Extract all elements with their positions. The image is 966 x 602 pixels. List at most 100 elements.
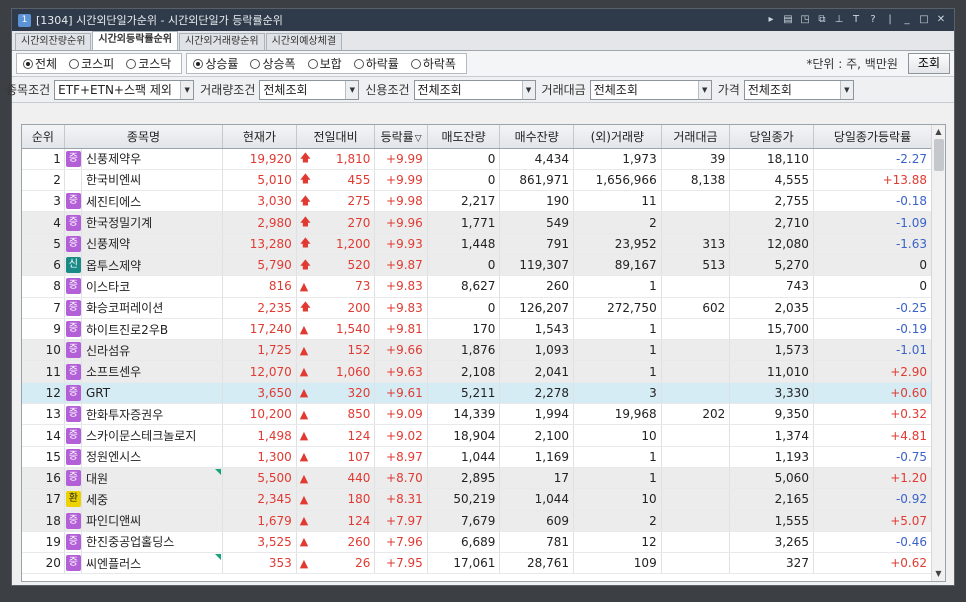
col-header-amount[interactable]: 거래대금 [661,125,731,149]
badge-cell: 증 [64,233,82,255]
change-value: 152 [347,343,371,358]
col-header-name[interactable]: 종목명 [64,125,224,149]
tab-2[interactable]: 시간외거래량순위 [179,33,265,50]
table-row[interactable]: 16 증 대원 5,500 ▲ 440 +8.70 2,895 17 1 5,060 +1.20 [22,467,933,490]
stock-condition-select[interactable]: ETF+ETN+스팩 제외 ▼ [54,79,195,100]
pin-icon[interactable]: ⊥ [832,13,846,27]
link-icon[interactable]: ◳ [798,13,812,27]
sort-radio-3[interactable]: 하락률 [353,55,399,72]
change-value: 1,810 [336,151,371,166]
price-select[interactable]: 전체조회 ▼ [743,79,854,100]
maximize-icon[interactable]: □ [917,13,931,27]
stock-name[interactable]: GRT [86,386,110,400]
stock-name[interactable]: 한진중공업홀딩스 [86,535,174,549]
credit-condition-select[interactable]: 전체조회 ▼ [413,79,536,100]
vertical-scrollbar[interactable]: ▲ ▼ [931,125,945,581]
window-title: [1304] 시간외단일가순위 - 시간외단일가 등락률순위 [36,14,283,27]
market-radio-1[interactable]: 코스피 [69,55,114,72]
stock-name[interactable]: 한국정밀기계 [86,216,152,230]
col-header-change[interactable]: 전일대비 [296,125,376,149]
change-wrap: ▲ 124 [300,514,371,528]
sort-radio-2[interactable]: 보합 [307,55,342,72]
tab-0[interactable]: 시간외잔량순위 [15,33,92,50]
amount-select[interactable]: 전체조회 ▼ [589,79,712,100]
col-header-close[interactable]: 당일종가 [729,125,814,149]
help-icon[interactable]: ? [866,13,880,27]
stock-name[interactable]: 세중 [86,493,108,507]
table-row[interactable]: 17 환 세중 2,345 ▲ 180 +8.31 50,219 1,044 10 2,165 -0.… [22,488,933,511]
market-radio-group: 전체 코스피 코스닥 [16,53,183,74]
table-row[interactable]: 10 증 신라섬유 1,725 ▲ 152 +9.66 1,876 1,093 1 1,573 -1.… [22,339,933,362]
amount-cell: 313 [661,233,731,255]
table-row[interactable]: 7 증 화승코퍼레이션 2,235 🡅 200 +9.83 0 126,207 272,750 60… [22,297,933,319]
table-row[interactable]: 3 증 세진티에스 3,030 🡅 275 +9.98 2,217 190 11 2,755 -0.1… [22,190,933,213]
col-header-rank[interactable]: 순위 [22,125,65,149]
stock-name[interactable]: 이스타코 [86,280,130,294]
col-header-rate[interactable]: 등락률▽ [374,125,428,149]
tab-1[interactable]: 시간외등락률순위 [92,31,179,50]
rate-cell: +9.61 [374,382,428,405]
table-row[interactable]: 2 한국비엔씨 5,010 🡅 455 +9.99 0 861,971 1,656,966 8,1… [22,169,933,192]
table-row[interactable]: 20 증 씨엔플러스 353 ▲ 26 +7.95 17,061 28,761 109 327 +0.… [22,552,933,575]
table-row[interactable]: 14 증 스카이문스테크놀로지 1,498 ▲ 124 +9.02 18,904 2,100 10… [22,424,933,447]
table-row[interactable]: 9 증 하이트진로2우B 17,240 ▲ 1,540 +9.81 170 1,543 1 15,7… [22,318,933,341]
stock-name[interactable]: 하이트진로2우B [86,323,168,337]
table-row[interactable]: 12 증 GRT 3,650 ▲ 320 +9.61 5,211 2,278 3 3,330 +0.6… [22,382,933,405]
table-row[interactable]: 1 증 신풍제약우 19,920 🡅 1,810 +9.99 0 4,434 1,973 39 18,… [22,148,933,170]
col-header-buy-qty[interactable]: 매수잔량 [499,125,574,149]
table-row[interactable]: 5 증 신풍제약 13,280 🡅 1,200 +9.93 1,448 791 23,952 313… [22,233,933,255]
table-row[interactable]: 19 증 한진중공업홀딩스 3,525 ▲ 260 +7.96 6,689 781 12 3,265… [22,531,933,554]
sort-radio-0[interactable]: 상승률 [193,55,238,72]
stock-name[interactable]: 한화투자증권우 [86,408,163,422]
arrow-right-icon[interactable]: ▸ [764,13,778,27]
volume-cell: 12 [573,531,662,554]
scroll-up-icon[interactable]: ▲ [932,125,945,139]
market-radio-0[interactable]: 전체 [23,55,57,72]
close-icon[interactable]: ✕ [934,13,948,27]
up-arrow-icon: ▲ [299,407,309,421]
minimize-icon[interactable]: _ [900,13,914,27]
buy-qty-cell: 2,100 [499,424,574,447]
table-row[interactable]: 15 증 정원엔시스 1,300 ▲ 107 +8.97 1,044 1,169 1 1,193 -0… [22,446,933,468]
stock-name[interactable]: 신라섬유 [86,344,130,358]
table-row[interactable]: 6 신 옵투스제약 5,790 🡅 520 +9.87 0 119,307 89,167 513 5,… [22,254,933,277]
stock-name[interactable]: 신풍제약 [86,237,130,251]
table-row[interactable]: 4 증 한국정밀기계 2,980 🡅 270 +9.96 1,771 549 2 2,710 -1.0… [22,211,933,234]
change-wrap: ▲ 152 [300,343,371,358]
query-button[interactable]: 조회 [907,53,950,74]
margin-badge: 증 [65,321,81,338]
market-radio-2[interactable]: 코스닥 [126,55,171,72]
stock-name[interactable]: 한국비엔씨 [86,173,141,187]
table-row[interactable]: 18 증 파인디앤씨 1,679 ▲ 124 +7.97 7,679 609 2 1,555 +5.0… [22,510,933,532]
col-header-close-rate[interactable]: 당일종가등락률 [813,125,933,149]
window-list-icon[interactable]: ▤ [781,13,795,27]
stock-name[interactable]: 세진티에스 [86,195,141,209]
ranking-grid: 순위 종목명 현재가 전일대비 등락률▽ 매도잔량 매수잔량 (외)거래량 거래… [21,124,946,582]
font-icon[interactable]: T [849,13,863,27]
stock-name[interactable]: 대원 [86,472,108,486]
tab-3[interactable]: 시간외예상체결 [265,33,343,50]
stock-name[interactable]: 정원엔시스 [86,450,141,464]
scroll-down-icon[interactable]: ▼ [932,567,945,581]
stock-name[interactable]: 옵투스제약 [86,259,141,273]
close-cell: 3,265 [729,531,814,554]
stock-name[interactable]: 스카이문스테크놀로지 [86,429,196,443]
sort-radio-4[interactable]: 하락폭 [410,55,456,72]
table-row[interactable]: 13 증 한화투자증권우 10,200 ▲ 850 +9.09 14,339 1,994 19,9… [22,403,933,426]
stock-name[interactable]: 신풍제약우 [86,152,141,166]
table-row[interactable]: 11 증 소프트센우 12,070 ▲ 1,060 +9.63 2,108 2,041 1 11,0… [22,360,933,383]
volume-condition-select[interactable]: 전체조회 ▼ [259,79,360,100]
stock-name[interactable]: 파인디앤씨 [86,514,141,528]
change-cell: ▲ 850 [296,403,376,426]
stock-name[interactable]: 화승코퍼레이션 [86,301,163,315]
col-header-volume[interactable]: (외)거래량 [573,125,662,149]
stock-name[interactable]: 소프트센우 [86,365,141,379]
stock-name[interactable]: 씨엔플러스 [86,557,141,571]
sort-radio-1[interactable]: 상승폭 [250,55,296,72]
badge-cell: 증 [64,297,82,319]
col-header-price[interactable]: 현재가 [222,125,297,149]
col-header-sell-qty[interactable]: 매도잔량 [427,125,501,149]
scroll-thumb[interactable] [934,139,944,171]
copy-icon[interactable]: ⧉ [815,13,829,27]
table-row[interactable]: 8 증 이스타코 816 ▲ 73 +9.83 8,627 260 1 743 0 [22,275,933,298]
